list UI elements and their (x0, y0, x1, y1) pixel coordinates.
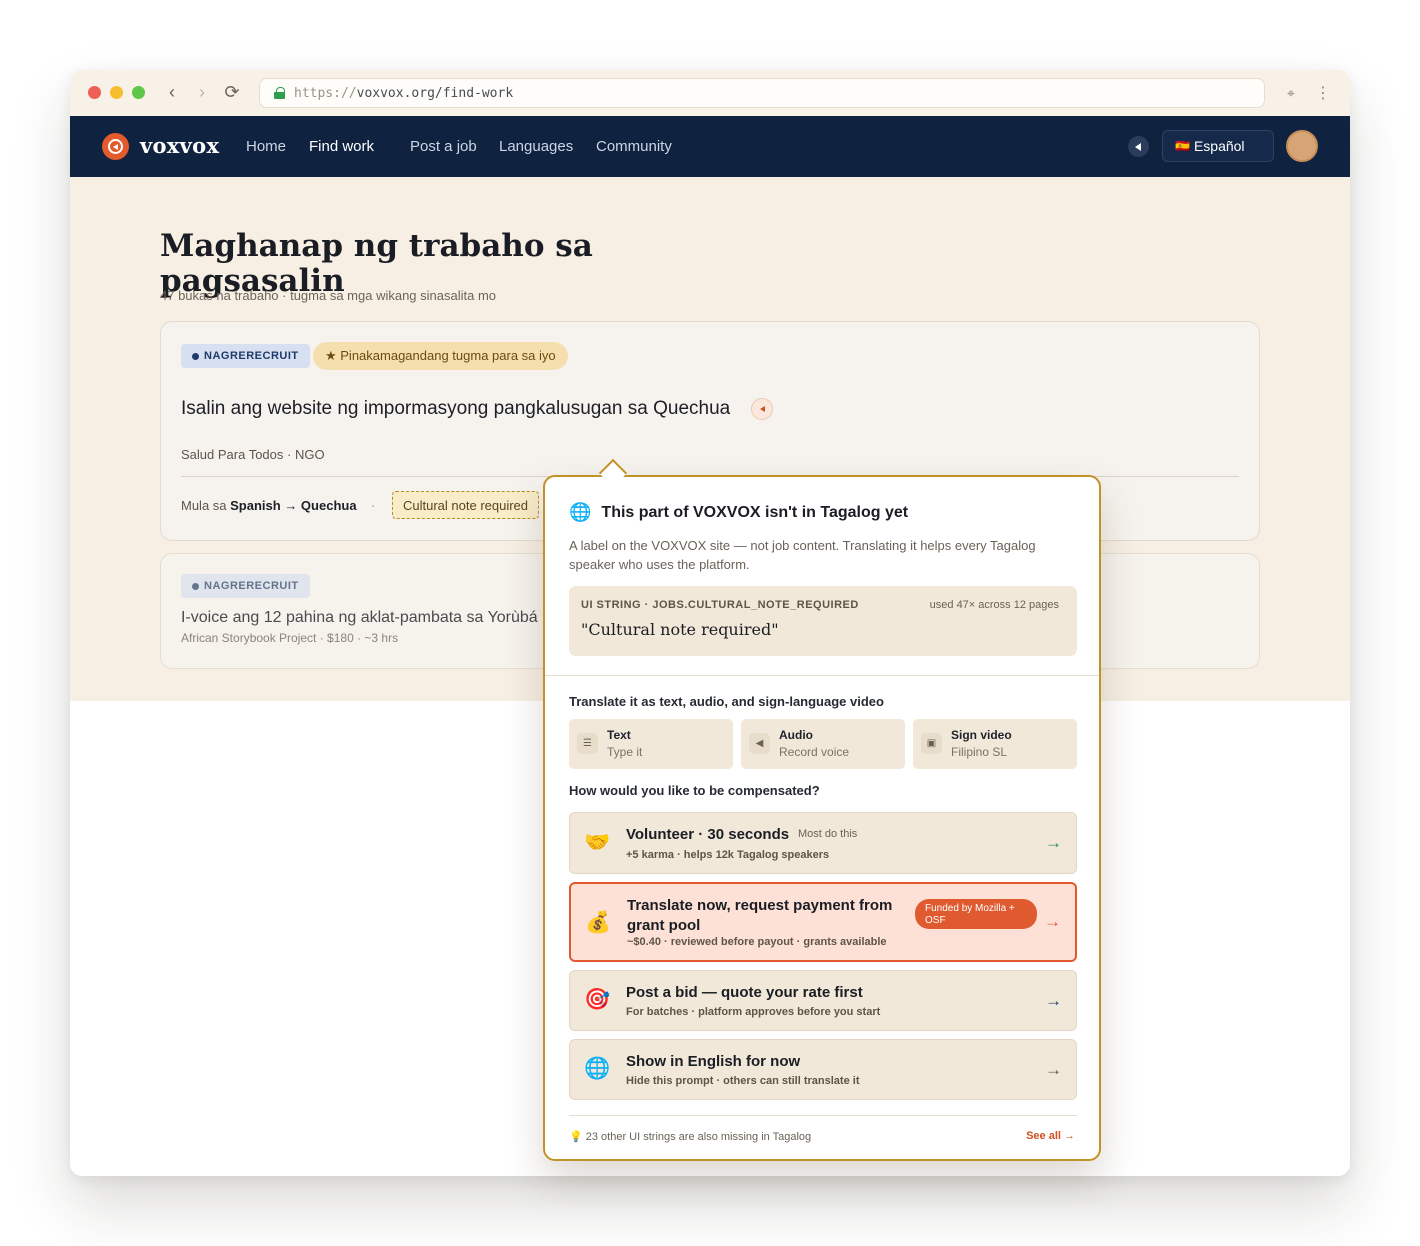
status-dot-icon (192, 582, 199, 590)
url-scheme: https:// (294, 85, 357, 101)
status-badge-label: NAGRERECRUIT (204, 350, 299, 362)
mode-name: Text (607, 728, 631, 742)
ui-string-usage: used 47× across 12 pages (929, 599, 1059, 611)
job-title[interactable]: I-voice ang 12 pahina ng aklat-pambata s… (181, 609, 538, 627)
arrow-right-icon: → (1045, 833, 1062, 852)
nav-link-find-work[interactable]: Find work (309, 138, 374, 155)
arrow-right-icon: → (1044, 912, 1061, 931)
close-window-button[interactable] (88, 86, 101, 99)
popover-footer-divider (569, 1115, 1077, 1116)
target-icon: 🎯 (584, 988, 611, 1011)
language-pair-prefix: Mula sa (181, 498, 231, 513)
funded-badge: Funded by Mozilla + OSF (915, 899, 1037, 929)
cultural-note-chip[interactable]: Cultural note required (392, 491, 540, 519)
mode-text-button[interactable]: ☰ Text Type it (569, 719, 733, 769)
spain-flag-icon: 🇪🇸 (1175, 139, 1190, 153)
grant-pool-option[interactable]: 💰 Translate now, request payment from gr… (569, 882, 1077, 962)
maximize-window-button[interactable] (132, 86, 145, 99)
popover-header: 🌐 This part of VOXVOX isn't in Tagalog y… (569, 502, 908, 523)
language-pair: Mula sa Spanish → Quechua (181, 498, 357, 513)
handshake-icon: 🤝 (584, 831, 611, 854)
voxvox-logo-icon[interactable] (102, 133, 129, 160)
lock-icon (274, 87, 285, 99)
money-bag-icon: 💰 (585, 911, 612, 934)
reload-icon[interactable]: ⟳ (220, 80, 244, 104)
mode-name: Sign video (951, 728, 1012, 742)
job-meta: African Storybook Project · $180 · ~3 hr… (181, 631, 399, 645)
best-match-badge: ★ Pinakamagandang tugma para sa iyo (313, 342, 568, 370)
missing-strings-note: 💡 23 other UI strings are also missing i… (569, 1131, 812, 1143)
speaker-icon: ◀ (749, 733, 770, 754)
job-title[interactable]: Isalin ang website ng impormasyong pangk… (181, 398, 730, 420)
modes-label: Translate it as text, audio, and sign-la… (569, 694, 884, 709)
listen-speaker-icon[interactable] (751, 398, 773, 420)
popover-title: This part of VOXVOX isn't in Tagalog yet (601, 503, 909, 521)
language-pair-value: Spanish → Quechua (230, 498, 357, 513)
popover-divider (545, 675, 1099, 676)
minimize-window-button[interactable] (110, 86, 123, 99)
status-badge-label: NAGRERECRUIT (204, 580, 299, 592)
chevron-left-icon[interactable]: ‹ (160, 80, 184, 104)
meta-separator: · (371, 498, 376, 513)
popover-description: A label on the VOXVOX site — not job con… (569, 538, 1036, 572)
job-organization: Salud Para Todos · NGO (181, 447, 325, 462)
option-sub: For batches · platform approves before y… (626, 1006, 881, 1018)
nav-link-post-a-job[interactable]: Post a job (410, 138, 477, 155)
post-bid-option[interactable]: 🎯 Post a bid — quote your rate first For… (569, 970, 1077, 1031)
nav-link-community[interactable]: Community (596, 138, 672, 155)
mode-name: Audio (779, 728, 813, 742)
globe-icon: 🌐 (584, 1057, 611, 1080)
option-sub: Hide this prompt · others can still tran… (626, 1075, 860, 1087)
option-tag: Most do this (798, 828, 858, 840)
speaker-icon[interactable] (1128, 136, 1149, 157)
avatar[interactable] (1286, 130, 1318, 162)
address-bar[interactable]: https:// voxvox.org/find-work (259, 78, 1265, 108)
arrow-right-icon: → (1045, 1060, 1062, 1079)
globe-icon: 🌐 (569, 502, 592, 522)
compensation-label: How would you like to be compensated? (569, 783, 820, 798)
video-camera-icon: ▣ (921, 733, 942, 754)
kebab-icon[interactable]: ⋮ (1312, 82, 1334, 104)
ui-string-key: UI STRING · JOBS.CULTURAL_NOTE_REQUIRED (581, 599, 859, 611)
mode-sign-video-button[interactable]: ▣ Sign video Filipino SL (913, 719, 1077, 769)
status-dot-icon (192, 352, 199, 360)
arrow-right-icon: → (1045, 991, 1062, 1010)
show-english-option[interactable]: 🌐 Show in English for now Hide this prom… (569, 1039, 1077, 1100)
status-badge: NAGRERECRUIT (181, 344, 310, 368)
see-all-link[interactable]: See all → (1026, 1130, 1075, 1142)
mode-sub: Record voice (779, 745, 850, 759)
missing-translation-popover: 🌐 This part of VOXVOX isn't in Tagalog y… (543, 475, 1101, 1161)
language-select-value: Español (1193, 138, 1245, 154)
ui-string-value: "Cultural note required" (581, 620, 779, 639)
option-sub: ~$0.40 · reviewed before payout · grants… (627, 936, 887, 948)
url-path: voxvox.org/find-work (356, 85, 514, 101)
nav-link-languages[interactable]: Languages (499, 138, 573, 155)
ui-string-box: UI STRING · JOBS.CULTURAL_NOTE_REQUIRED … (569, 586, 1077, 656)
nav-link-home[interactable]: Home (246, 138, 286, 155)
crosshair-icon[interactable]: ⌖ (1280, 82, 1302, 104)
top-navigation: voxvox Home Find work Post a job Languag… (70, 116, 1350, 177)
chevron-right-icon[interactable]: › (190, 80, 214, 104)
text-lines-icon: ☰ (577, 733, 598, 754)
option-sub: +5 karma · helps 12k Tagalog speakers (626, 849, 830, 861)
language-select[interactable]: 🇪🇸 Español (1162, 130, 1274, 162)
option-title: Translate now, request payment from gran… (627, 897, 893, 934)
status-badge: NAGRERECRUIT (181, 574, 310, 598)
mode-sub: Type it (607, 745, 643, 759)
option-title: Show in English for now (626, 1053, 801, 1070)
option-title: Post a bid — quote your rate first (626, 984, 863, 1001)
page-subtitle: 47 bukas na trabaho · tugma sa mga wikan… (160, 288, 497, 303)
mode-audio-button[interactable]: ◀ Audio Record voice (741, 719, 905, 769)
volunteer-option[interactable]: 🤝 Volunteer · 30 seconds Most do this +5… (569, 812, 1077, 874)
option-title: Volunteer · 30 seconds (626, 826, 790, 843)
browser-chrome: ‹ › ⟳ https:// voxvox.org/find-work ⌖ ⋮ (70, 70, 1350, 116)
mode-sub: Filipino SL (951, 745, 1008, 759)
brand-name[interactable]: voxvox (140, 133, 219, 158)
